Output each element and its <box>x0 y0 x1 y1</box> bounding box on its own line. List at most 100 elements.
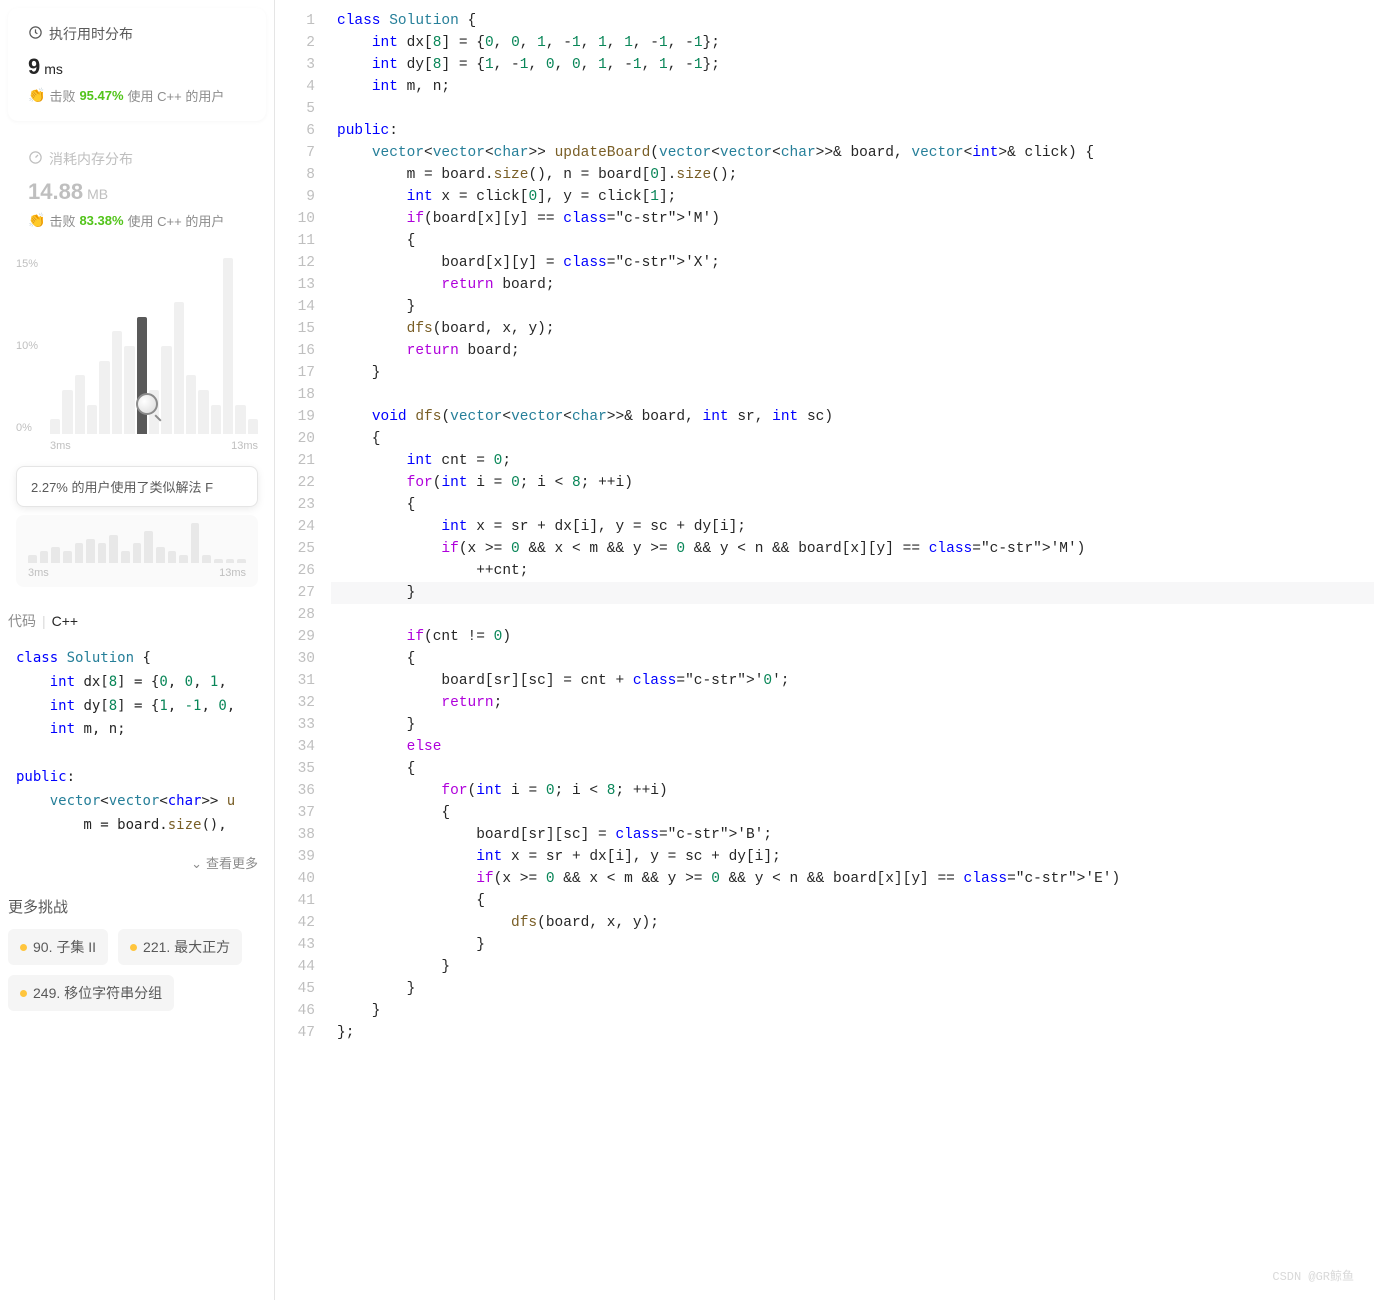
code-content[interactable]: class Solution { int dx[8] = {0, 0, 1, -… <box>331 0 1374 1300</box>
tab-cpp[interactable]: C++ <box>52 613 78 629</box>
code-line[interactable]: return board; <box>331 340 1374 362</box>
memory-beat: 👏 击败 83.38% 使用 C++ 的用户 <box>28 211 246 230</box>
mini-chart-bars <box>28 523 246 563</box>
code-line[interactable]: if(cnt != 0) <box>331 626 1374 648</box>
chart-x-axis: 3ms 13ms <box>50 440 258 458</box>
code-line[interactable]: dfs(board, x, y); <box>331 912 1374 934</box>
code-line[interactable]: else <box>331 736 1374 758</box>
code-line[interactable]: int x = sr + dx[i], y = sc + dy[i]; <box>331 846 1374 868</box>
chart-bar[interactable] <box>186 375 196 434</box>
chart-bar[interactable] <box>174 302 184 434</box>
chart-bar[interactable] <box>99 361 109 434</box>
challenge-chip[interactable]: 249. 移位字符串分组 <box>8 975 174 1011</box>
mini-chart-x: 3ms 13ms <box>28 567 246 579</box>
show-more-link[interactable]: ⌄查看更多 <box>0 845 274 880</box>
challenges-heading: 更多挑战 <box>0 880 274 929</box>
chart-bar[interactable] <box>211 405 221 434</box>
code-line[interactable] <box>331 98 1374 120</box>
magnifier-icon <box>136 393 158 415</box>
tab-code[interactable]: 代码 <box>8 613 36 629</box>
line-numbers: 1234567891011121314151617181920212223242… <box>275 0 331 1300</box>
challenges-list: 90. 子集 II 221. 最大正方 249. 移位字符串分组 <box>0 929 274 1027</box>
code-line[interactable]: m = board.size(), n = board[0].size(); <box>331 164 1374 186</box>
chart-bar[interactable] <box>75 375 85 434</box>
sidebar: 执行用时分布 9ms 👏 击败 95.47% 使用 C++ 的用户 消耗内存分布… <box>0 0 275 1300</box>
code-line[interactable]: return; <box>331 692 1374 714</box>
code-line[interactable]: int dx[8] = {0, 0, 1, -1, 1, 1, -1, -1}; <box>331 32 1374 54</box>
code-line[interactable]: { <box>331 648 1374 670</box>
clap-icon: 👏 <box>28 87 45 104</box>
runtime-beat: 👏 击败 95.47% 使用 C++ 的用户 <box>28 86 246 105</box>
clock-icon <box>28 25 43 43</box>
code-line[interactable]: void dfs(vector<vector<char>>& board, in… <box>331 406 1374 428</box>
code-line[interactable]: public: <box>331 120 1374 142</box>
code-line[interactable]: board[sr][sc] = class="c-str">'B'; <box>331 824 1374 846</box>
code-tabs: 代码|C++ <box>0 599 274 639</box>
challenge-chip[interactable]: 90. 子集 II <box>8 929 108 965</box>
code-snippet: class Solution { int dx[8] = {0, 0, 1, i… <box>0 639 274 845</box>
chart-bar[interactable] <box>62 390 72 434</box>
chart-bar[interactable] <box>87 405 97 434</box>
code-line[interactable]: return board; <box>331 274 1374 296</box>
runtime-title: 执行用时分布 <box>28 24 246 44</box>
chart-bar[interactable] <box>161 346 171 434</box>
code-line[interactable]: int m, n; <box>331 76 1374 98</box>
code-line[interactable]: } <box>331 1000 1374 1022</box>
code-line[interactable]: } <box>331 934 1374 956</box>
code-line[interactable]: { <box>331 802 1374 824</box>
chart-bar[interactable] <box>223 258 233 434</box>
code-line[interactable]: { <box>331 428 1374 450</box>
chart-bar[interactable] <box>50 419 60 434</box>
code-line[interactable]: ++cnt; <box>331 560 1374 582</box>
runtime-card[interactable]: 执行用时分布 9ms 👏 击败 95.47% 使用 C++ 的用户 <box>8 8 266 121</box>
code-line[interactable]: if(x >= 0 && x < m && y >= 0 && y < n &&… <box>331 868 1374 890</box>
code-line[interactable]: dfs(board, x, y); <box>331 318 1374 340</box>
chart-bar[interactable] <box>198 390 208 434</box>
runtime-value: 9ms <box>28 54 246 80</box>
clap-icon: 👏 <box>28 212 45 229</box>
code-line[interactable]: if(board[x][y] == class="c-str">'M') <box>331 208 1374 230</box>
code-line[interactable]: int x = sr + dx[i], y = sc + dy[i]; <box>331 516 1374 538</box>
code-line[interactable]: class Solution { <box>331 10 1374 32</box>
code-line[interactable]: } <box>331 362 1374 384</box>
memory-title: 消耗内存分布 <box>28 149 246 169</box>
code-line[interactable]: for(int i = 0; i < 8; ++i) <box>331 780 1374 802</box>
chart-bar[interactable] <box>112 331 122 434</box>
code-line[interactable] <box>331 384 1374 406</box>
code-line[interactable]: }; <box>331 1022 1374 1044</box>
chart-y-axis: 15% 10% 0% <box>16 258 46 434</box>
gauge-icon <box>28 150 43 168</box>
chart-bar[interactable] <box>137 317 147 434</box>
code-line[interactable]: int cnt = 0; <box>331 450 1374 472</box>
code-line[interactable]: board[x][y] = class="c-str">'X'; <box>331 252 1374 274</box>
memory-value: 14.88MB <box>28 179 246 205</box>
chart-tooltip: 2.27% 的用户使用了类似解法 F <box>16 466 258 507</box>
mini-chart[interactable]: 3ms 13ms <box>16 515 258 587</box>
code-line[interactable]: int x = click[0], y = click[1]; <box>331 186 1374 208</box>
code-line[interactable]: } <box>331 296 1374 318</box>
code-line[interactable]: board[sr][sc] = cnt + class="c-str">'0'; <box>331 670 1374 692</box>
runtime-chart[interactable]: 15% 10% 0% 3ms 13ms <box>16 258 258 458</box>
chart-bar[interactable] <box>248 419 258 434</box>
code-line[interactable]: } <box>331 978 1374 1000</box>
difficulty-dot-icon <box>130 944 137 951</box>
code-line[interactable]: { <box>331 758 1374 780</box>
code-line[interactable]: { <box>331 494 1374 516</box>
code-line[interactable]: vector<vector<char>> updateBoard(vector<… <box>331 142 1374 164</box>
code-line[interactable]: if(x >= 0 && x < m && y >= 0 && y < n &&… <box>331 538 1374 560</box>
code-line[interactable]: { <box>331 890 1374 912</box>
code-line[interactable]: int dy[8] = {1, -1, 0, 0, 1, -1, 1, -1}; <box>331 54 1374 76</box>
code-line[interactable]: } <box>331 714 1374 736</box>
difficulty-dot-icon <box>20 990 27 997</box>
code-line[interactable]: for(int i = 0; i < 8; ++i) <box>331 472 1374 494</box>
chart-bar[interactable] <box>235 405 245 434</box>
challenge-chip[interactable]: 221. 最大正方 <box>118 929 242 965</box>
memory-card[interactable]: 消耗内存分布 14.88MB 👏 击败 83.38% 使用 C++ 的用户 <box>8 133 266 246</box>
chevron-down-icon: ⌄ <box>191 856 202 871</box>
code-line[interactable] <box>331 604 1374 626</box>
code-line[interactable]: } <box>331 956 1374 978</box>
code-editor[interactable]: 1234567891011121314151617181920212223242… <box>275 0 1374 1300</box>
chart-bar[interactable] <box>124 346 134 434</box>
code-line[interactable]: { <box>331 230 1374 252</box>
code-line[interactable]: } <box>331 582 1374 604</box>
